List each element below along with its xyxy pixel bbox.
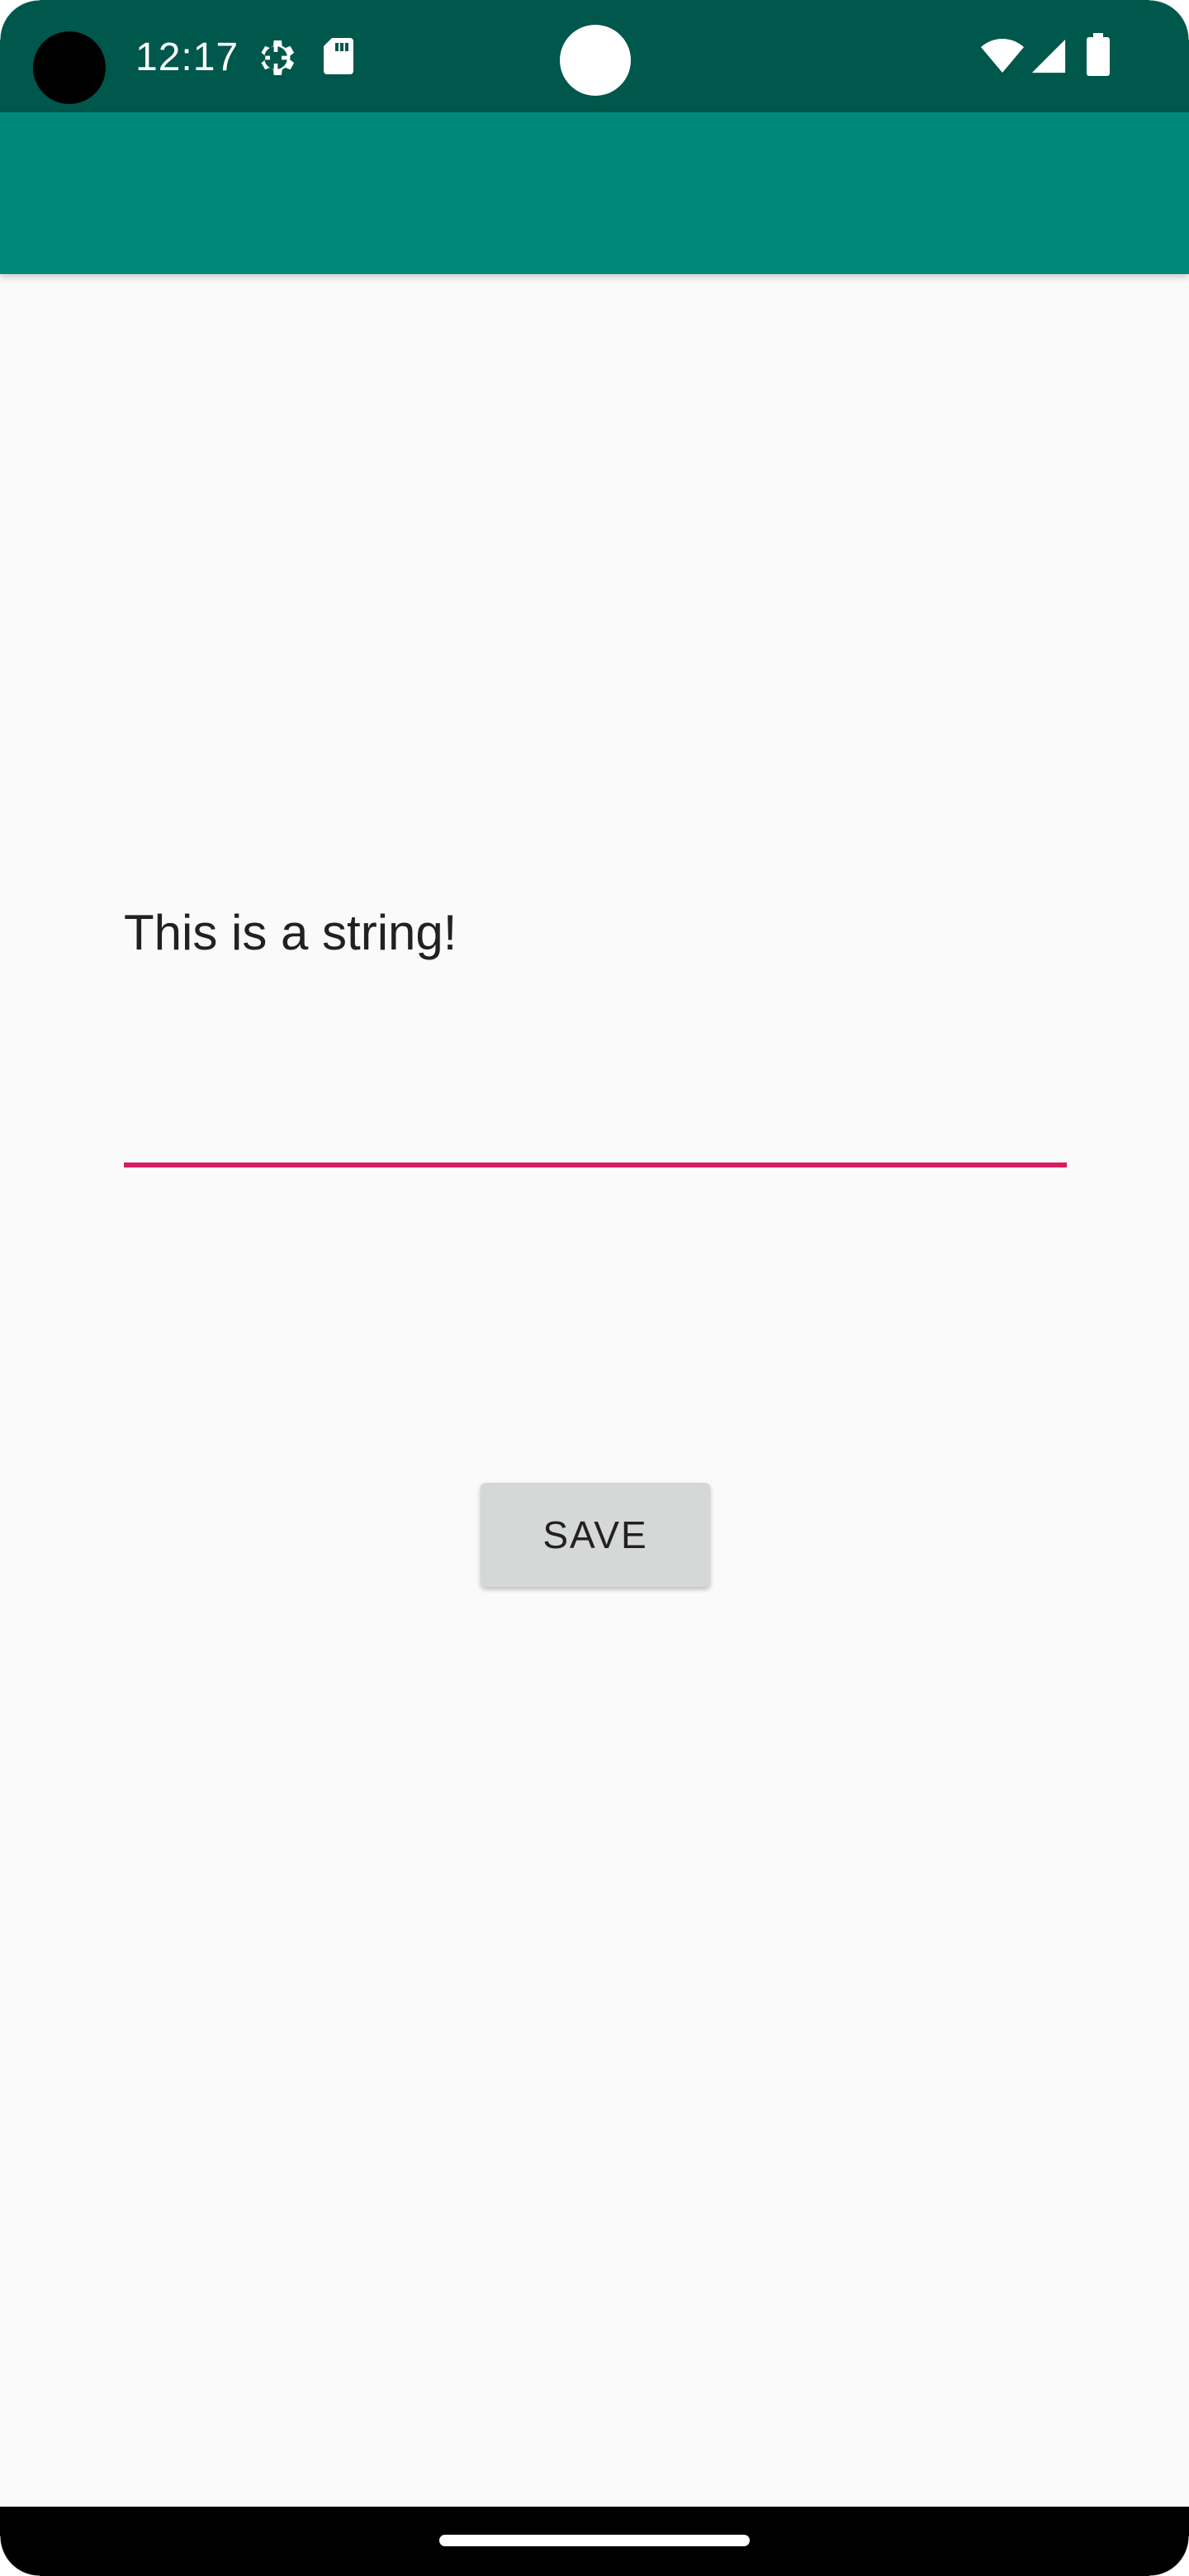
wifi-icon xyxy=(981,39,1024,73)
screen-corner-bottom-right xyxy=(1149,2536,1189,2576)
device-screen: 12:17 This is a string! SAVE xyxy=(0,0,1189,2576)
gear-icon xyxy=(261,40,295,75)
screen-corner-top-right xyxy=(1149,0,1189,40)
save-button[interactable]: SAVE xyxy=(481,1483,710,1587)
cell-signal-icon xyxy=(1031,39,1066,73)
main-content xyxy=(0,274,1189,2507)
screen-corner-bottom-left xyxy=(0,2536,40,2576)
status-clock: 12:17 xyxy=(135,36,239,79)
app-bar xyxy=(0,112,1189,274)
input-underline xyxy=(124,1163,1067,1167)
string-input-value[interactable]: This is a string! xyxy=(124,900,457,966)
sd-card-icon xyxy=(324,38,353,74)
home-handle[interactable] xyxy=(439,2535,750,2546)
string-input-field[interactable]: This is a string! xyxy=(124,900,1067,1167)
status-bar: 12:17 xyxy=(0,0,1189,112)
screen-corner-top-left xyxy=(0,0,40,40)
status-indicator-dot xyxy=(560,25,631,96)
navigation-bar xyxy=(0,2507,1189,2576)
battery-icon xyxy=(1087,33,1110,76)
